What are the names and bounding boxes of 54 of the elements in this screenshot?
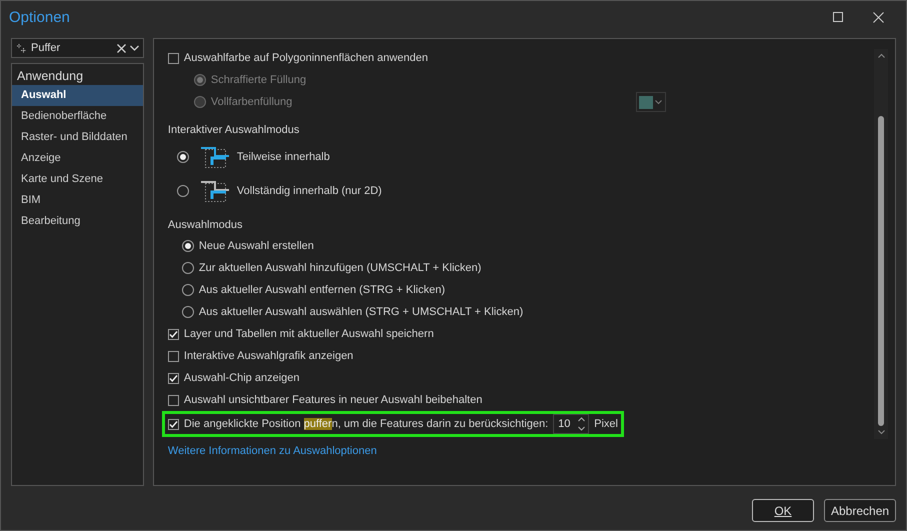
- category-item[interactable]: Anzeige: [12, 148, 143, 169]
- option-label: Auswahl-Chip anzeigen: [184, 372, 300, 384]
- checkbox[interactable]: [168, 328, 179, 340]
- option-label: Neue Auswahl erstellen: [198, 240, 314, 252]
- window-title: Optionen: [9, 8, 71, 26]
- spin-arrows-icon: [578, 417, 586, 431]
- option-label: Vollständig innerhalb (nur 2D): [236, 185, 382, 197]
- option-label: Vollfarbenfüllung: [210, 96, 292, 108]
- checkbox[interactable]: [168, 418, 179, 430]
- option-label: Schraffierte Füllung: [210, 74, 306, 86]
- search-field[interactable]: Puffer: [11, 38, 144, 58]
- option-label: Die angeklickte Position puffern, um die Features darin zu berücksichtigen:: [184, 418, 548, 430]
- option-label: Auswahl unsichtbarer Features in neuer Auswahl beibehalten: [184, 394, 482, 406]
- sparkle-icon: [16, 42, 27, 54]
- radio-button[interactable]: [182, 240, 194, 252]
- option-label: Auswahlfarbe auf Polygoninnenflächen anwenden: [184, 52, 428, 64]
- category-item[interactable]: Bedienoberfläche: [12, 106, 143, 127]
- checkbox[interactable]: [168, 394, 179, 406]
- category-item[interactable]: BIM: [12, 190, 143, 211]
- caret-icon[interactable]: [130, 45, 139, 51]
- scroll-up-icon[interactable]: [878, 53, 884, 58]
- category-item[interactable]: Auswahl: [12, 85, 143, 106]
- ok-button[interactable]: OK: [752, 499, 814, 522]
- caret-icon: [655, 100, 662, 104]
- category-item[interactable]: Bearbeitung: [12, 211, 143, 232]
- radio-button[interactable]: [176, 151, 189, 163]
- option-label: Teilweise innerhalb: [236, 151, 330, 163]
- option-label: Aus aktueller Auswahl entfernen (STRG + Klicken): [198, 284, 446, 296]
- radio-button[interactable]: [182, 306, 194, 318]
- option-label: Zur aktuellen Auswahl hinzufügen (UMSCHALT + Klicken): [198, 262, 482, 274]
- cancel-button[interactable]: Abbrechen: [824, 499, 896, 522]
- help-link[interactable]: Weitere Informationen zu Auswahloptionen: [168, 445, 377, 457]
- category-item[interactable]: Karte und Szene: [12, 169, 143, 190]
- number-field[interactable]: 10: [553, 414, 590, 434]
- radio-button[interactable]: [182, 284, 194, 296]
- radio-button[interactable]: [182, 262, 194, 274]
- checkbox[interactable]: [168, 350, 179, 362]
- maximize-icon: [833, 12, 843, 22]
- clear-icon[interactable]: [116, 44, 126, 52]
- option-label: Interaktive Auswahlgrafik anzeigen: [184, 350, 354, 362]
- checkbox[interactable]: [168, 52, 179, 64]
- unit-label: Pixel: [594, 418, 618, 430]
- checkbox[interactable]: [168, 372, 179, 384]
- scrollbar[interactable]: [874, 49, 888, 439]
- section-heading: Interaktiver Auswahlmodus: [168, 124, 300, 136]
- category-heading: Anwendung: [16, 68, 84, 85]
- scroll-down-icon[interactable]: [878, 430, 884, 435]
- section-heading: Auswahlmodus: [168, 219, 243, 231]
- category-item[interactable]: Raster- und Bilddaten: [12, 127, 143, 148]
- color-dropdown[interactable]: [636, 92, 666, 112]
- option-label: Aus aktueller Auswahl auswählen (STRG + UMSCHALT + Klicken): [198, 306, 524, 318]
- option-label: Layer und Tabellen mit aktueller Auswahl speichern: [184, 328, 434, 340]
- close-icon: [872, 12, 884, 22]
- radio-button[interactable]: [176, 185, 189, 197]
